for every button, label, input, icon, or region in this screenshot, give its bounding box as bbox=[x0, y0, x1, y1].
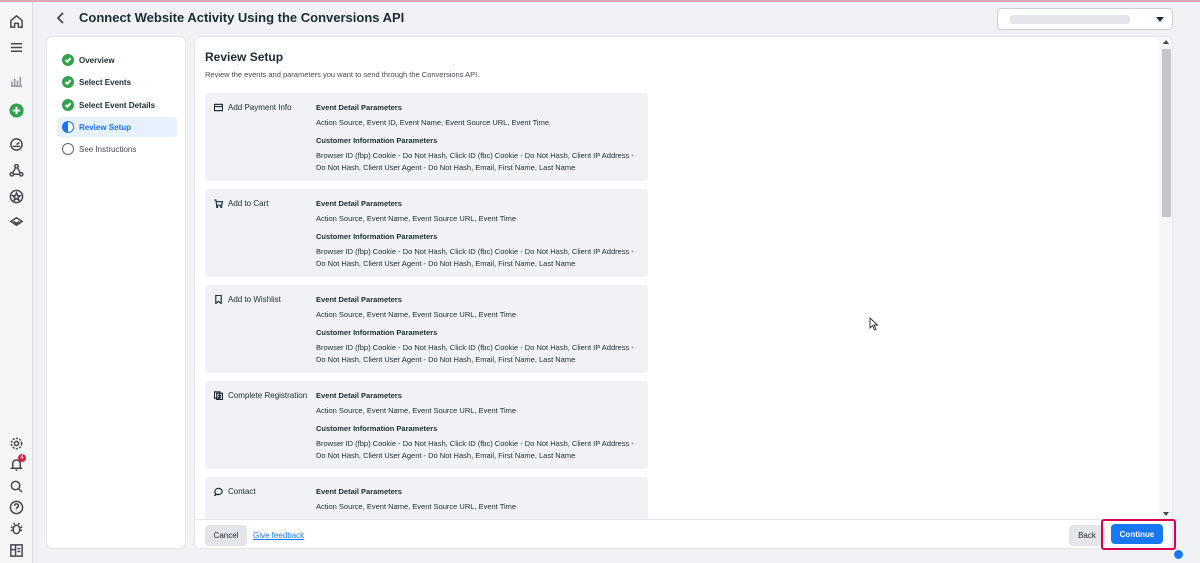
step-overview[interactable]: Overview bbox=[57, 50, 177, 70]
events-list[interactable]: Add Payment Info Event Detail Parameters… bbox=[195, 87, 1159, 519]
bookmark-icon bbox=[215, 295, 222, 304]
event-name: Complete Registration bbox=[214, 391, 307, 400]
chevron-down-icon bbox=[1156, 17, 1164, 22]
language-globe-icon[interactable] bbox=[1173, 549, 1184, 560]
check-circle-icon bbox=[62, 99, 74, 111]
back-button[interactable]: Back bbox=[1069, 525, 1105, 546]
event-label: Contact bbox=[228, 487, 256, 496]
catalog-icon[interactable] bbox=[8, 213, 25, 230]
page-scroll-handle[interactable] bbox=[1187, 548, 1197, 560]
step-label: Overview bbox=[79, 55, 115, 65]
panel-icon[interactable] bbox=[8, 542, 25, 559]
customer-info-text: Browser ID (fbp) Cookie - Do Not Hash, C… bbox=[316, 343, 634, 364]
event-card: Add to Cart Event Detail Parameters Acti… bbox=[205, 189, 648, 277]
customer-info-text: Browser ID (fbp) Cookie - Do Not Hash, C… bbox=[316, 439, 634, 460]
chart-icon[interactable] bbox=[8, 72, 25, 89]
event-label: Complete Registration bbox=[228, 391, 308, 400]
event-label: Add Payment Info bbox=[228, 103, 292, 112]
section-subtitle: Review the events and parameters you wan… bbox=[205, 70, 480, 79]
setup-steps-panel: Overview Select Events Select Event Deta… bbox=[46, 36, 186, 549]
network-icon[interactable] bbox=[8, 162, 25, 179]
event-name: Add Payment Info bbox=[214, 103, 292, 112]
event-name: Add to Cart bbox=[214, 199, 268, 208]
event-name: Add to Wishlist bbox=[214, 295, 281, 304]
give-feedback-link[interactable]: Give feedback bbox=[253, 531, 304, 540]
event-label: Add to Wishlist bbox=[228, 295, 281, 304]
event-detail-text: Action Source, Event Name, Event Source … bbox=[316, 502, 517, 511]
continue-button[interactable]: Continue bbox=[1111, 524, 1163, 544]
customer-info-text: Browser ID (fbp) Cookie - Do Not Hash, C… bbox=[316, 247, 634, 268]
half-circle-icon bbox=[62, 121, 74, 133]
cart-icon bbox=[214, 199, 223, 208]
event-detail-text: Action Source, Event Name, Event Source … bbox=[316, 406, 517, 415]
empty-circle-icon bbox=[62, 143, 74, 155]
check-circle-icon bbox=[62, 76, 74, 88]
credit-card-icon bbox=[214, 103, 223, 112]
chat-bubble-icon bbox=[214, 487, 223, 496]
account-name-redacted bbox=[1010, 15, 1130, 24]
cancel-button[interactable]: Cancel bbox=[205, 525, 247, 546]
review-setup-panel: Review Setup Review the events and param… bbox=[194, 36, 1173, 549]
page-title: Connect Website Activity Using the Conve… bbox=[79, 10, 405, 25]
step-label: Review Setup bbox=[79, 122, 132, 132]
event-detail-heading: Event Detail Parameters bbox=[316, 199, 402, 208]
event-card: Add to Wishlist Event Detail Parameters … bbox=[205, 285, 648, 373]
step-select-events[interactable]: Select Events bbox=[57, 72, 177, 92]
event-detail-text: Action Source, Event ID, Event Name, Eve… bbox=[316, 118, 550, 127]
star-icon[interactable] bbox=[8, 188, 25, 205]
mouse-pointer-icon bbox=[869, 316, 879, 331]
check-circle-icon bbox=[62, 54, 74, 66]
scroll-down-arrow-icon[interactable] bbox=[1163, 512, 1169, 516]
event-detail-heading: Event Detail Parameters bbox=[316, 391, 402, 400]
step-label: See Instructions bbox=[79, 144, 137, 154]
step-see-instructions[interactable]: See Instructions bbox=[57, 139, 177, 159]
notification-badge: 4 bbox=[18, 454, 26, 462]
panel-footer: Cancel Give feedback Back bbox=[195, 519, 1172, 548]
back-chevron-icon[interactable] bbox=[53, 9, 69, 27]
scroll-up-arrow-icon[interactable] bbox=[1163, 40, 1169, 44]
page-header: Connect Website Activity Using the Conve… bbox=[33, 2, 1200, 34]
event-card: Complete Registration Event Detail Param… bbox=[205, 381, 648, 469]
step-label: Select Events bbox=[79, 77, 132, 87]
account-selector-dropdown[interactable] bbox=[997, 8, 1173, 30]
notifications-icon[interactable]: 4 bbox=[8, 454, 26, 473]
search-icon[interactable] bbox=[8, 478, 25, 495]
event-name: Contact bbox=[214, 487, 256, 496]
step-review-setup[interactable]: Review Setup bbox=[57, 117, 177, 137]
customer-info-heading: Customer Information Parameters bbox=[316, 328, 438, 337]
scrollbar-thumb[interactable] bbox=[1162, 49, 1171, 217]
vertical-scrollbar[interactable] bbox=[1159, 37, 1172, 519]
step-label: Select Event Details bbox=[79, 100, 156, 110]
event-label: Add to Cart bbox=[228, 199, 269, 208]
event-detail-text: Action Source, Event Name, Event Source … bbox=[316, 310, 517, 319]
event-card: Add Payment Info Event Detail Parameters… bbox=[205, 93, 648, 181]
registration-icon bbox=[214, 391, 223, 400]
customer-info-heading: Customer Information Parameters bbox=[316, 136, 438, 145]
create-icon[interactable] bbox=[8, 102, 25, 119]
bug-icon[interactable] bbox=[8, 520, 25, 537]
section-title: Review Setup bbox=[205, 50, 284, 64]
event-detail-heading: Event Detail Parameters bbox=[316, 103, 402, 112]
left-nav-rail: 4 bbox=[0, 2, 33, 563]
gauge-icon[interactable] bbox=[8, 136, 25, 153]
event-card: Contact Event Detail Parameters Action S… bbox=[205, 477, 648, 519]
event-detail-text: Action Source, Event Name, Event Source … bbox=[316, 214, 517, 223]
customer-info-heading: Customer Information Parameters bbox=[316, 232, 438, 241]
step-select-event-details[interactable]: Select Event Details bbox=[57, 95, 177, 115]
event-detail-heading: Event Detail Parameters bbox=[316, 487, 402, 496]
menu-icon[interactable] bbox=[8, 39, 25, 56]
settings-icon[interactable] bbox=[8, 435, 25, 452]
event-detail-heading: Event Detail Parameters bbox=[316, 295, 402, 304]
customer-info-text: Browser ID (fbp) Cookie - Do Not Hash, C… bbox=[316, 151, 634, 172]
home-icon[interactable] bbox=[8, 13, 25, 30]
customer-info-heading: Customer Information Parameters bbox=[316, 424, 438, 433]
help-icon[interactable] bbox=[8, 499, 25, 516]
